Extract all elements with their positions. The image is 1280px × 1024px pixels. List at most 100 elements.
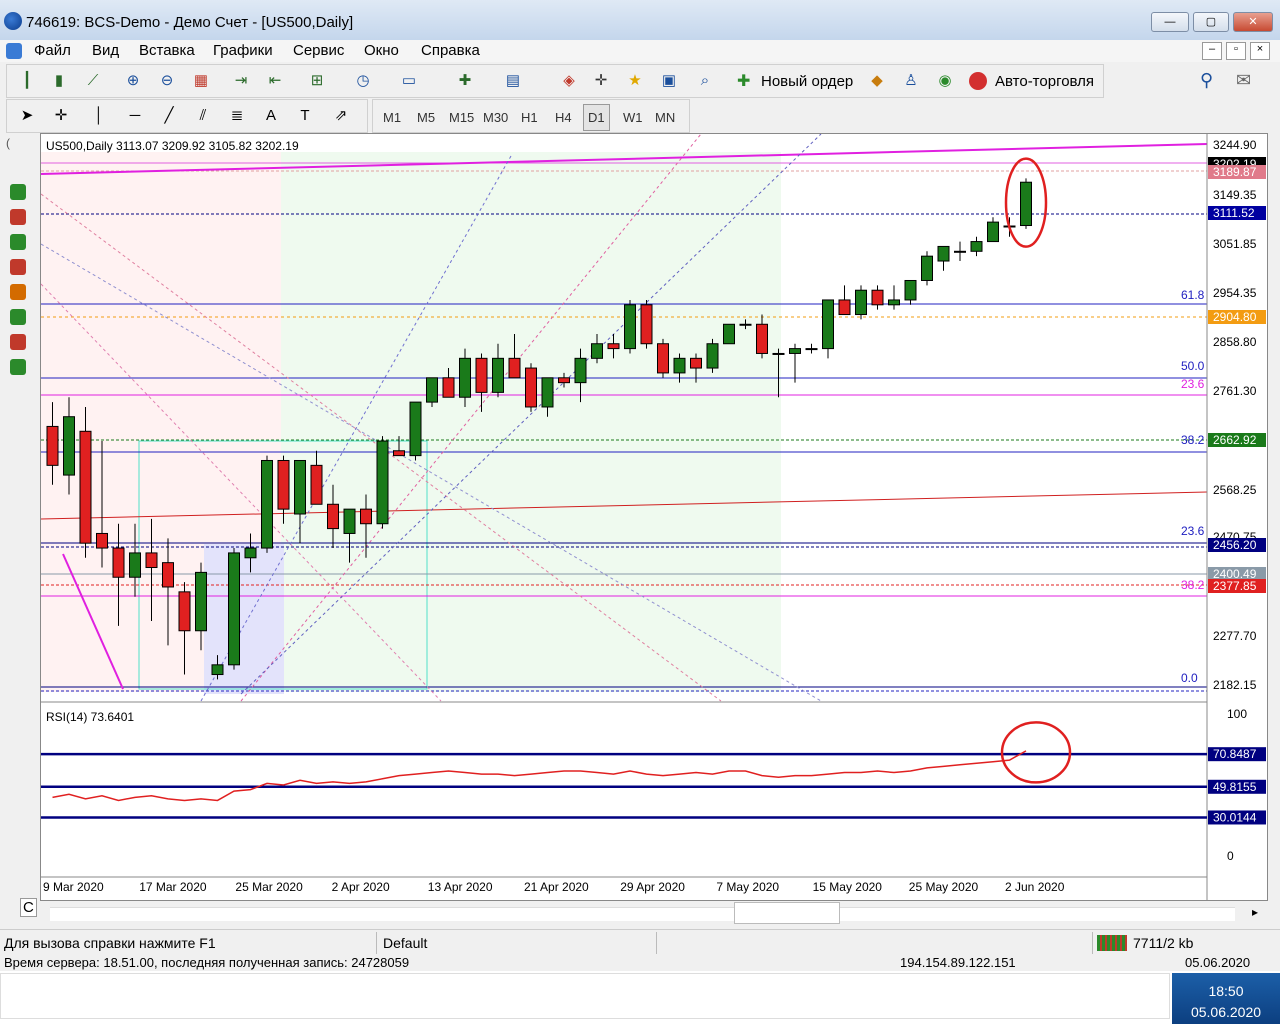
fibonacci-icon[interactable]: ≣ xyxy=(225,104,249,128)
tf-d1[interactable]: D1 xyxy=(583,104,610,131)
navigator-icon[interactable]: ★ xyxy=(623,69,647,93)
date-axis-label: 17 Mar 2020 xyxy=(139,880,207,894)
candle-body xyxy=(888,299,900,306)
tf-m30[interactable]: M30 xyxy=(483,110,508,125)
left-panel-tab[interactable]: ( xyxy=(6,136,10,150)
signal-arrow-icon[interactable] xyxy=(10,359,26,375)
scroll-right-icon[interactable]: ▸ xyxy=(1252,905,1258,919)
tf-h1[interactable]: H1 xyxy=(521,110,538,125)
menu-tools[interactable]: Сервис xyxy=(293,42,344,59)
menu-charts[interactable]: Графики xyxy=(213,42,273,59)
chat-icon[interactable]: ✉ xyxy=(1236,70,1251,91)
tf-mn[interactable]: MN xyxy=(655,110,675,125)
system-clock[interactable]: 18:50 05.06.2020 xyxy=(1172,973,1280,1024)
menu-insert[interactable]: Вставка xyxy=(139,42,195,59)
equidistant-channel-icon[interactable]: ⫽ xyxy=(191,104,215,128)
candle-body xyxy=(310,464,323,505)
menu-file[interactable]: Файл xyxy=(34,42,71,59)
tf-h4[interactable]: H4 xyxy=(555,110,572,125)
cursor-icon[interactable]: ➤ xyxy=(15,104,39,128)
menu-help[interactable]: Справка xyxy=(421,42,480,59)
signal-arrow-icon[interactable] xyxy=(10,234,26,250)
maximize-button[interactable]: ▢ xyxy=(1193,12,1229,32)
periods-icon[interactable]: ◷ xyxy=(351,69,375,93)
arrows-icon[interactable]: ⇗ xyxy=(329,104,353,128)
text-label-icon[interactable]: T xyxy=(293,104,317,128)
candle-body xyxy=(376,440,389,525)
data-window-icon[interactable]: ✛ xyxy=(589,69,613,93)
date-axis-label: 13 Apr 2020 xyxy=(428,880,493,894)
horizontal-line-icon[interactable]: ─ xyxy=(123,104,147,128)
chart-canvas[interactable]: 3244.90 3149.35 3051.85 2954.35 2858.80 2761.… xyxy=(41,134,1267,900)
tf-m1[interactable]: M1 xyxy=(383,110,401,125)
tf-m5[interactable]: M5 xyxy=(417,110,435,125)
close-button[interactable]: ✕ xyxy=(1233,12,1273,32)
new-chart-icon[interactable]: ✚ xyxy=(453,69,477,93)
left-panel xyxy=(0,133,40,919)
mdi-minimize-button[interactable]: – xyxy=(1202,42,1222,60)
signals-icon[interactable]: ♙ xyxy=(899,69,923,93)
auto-trading-button[interactable]: Авто-торговля xyxy=(967,67,1101,95)
minimize-button[interactable]: — xyxy=(1151,12,1189,32)
candle-body xyxy=(46,425,59,466)
fibonacci-level-label: 0.0 xyxy=(1181,671,1198,685)
chart-scrollbar[interactable]: ▸ xyxy=(40,901,1268,927)
trade-icon[interactable]: ◆ xyxy=(865,69,889,93)
rsi-label: RSI(14) 73.6401 xyxy=(46,710,135,724)
scrollbar-thumb[interactable] xyxy=(734,902,840,924)
candle-body xyxy=(805,348,818,351)
autoscroll-icon[interactable]: ⇥ xyxy=(229,69,253,93)
tf-w1[interactable]: W1 xyxy=(623,110,643,125)
signal-arrow-icon[interactable] xyxy=(10,284,26,300)
line-chart-icon[interactable]: ⟋ xyxy=(81,69,105,93)
candle-body xyxy=(442,377,455,398)
market-watch-icon[interactable]: ◈ xyxy=(557,69,581,93)
zoom-in-icon[interactable]: ⊕ xyxy=(121,69,145,93)
fibonacci-level-label: 50.0 xyxy=(1181,359,1205,373)
signal-arrow-icon[interactable] xyxy=(10,184,26,200)
experts-icon[interactable]: ◉ xyxy=(933,69,957,93)
search-icon[interactable]: ⚲ xyxy=(1200,70,1213,91)
text-icon[interactable]: A xyxy=(259,104,283,128)
server-date-text: 05.06.2020 xyxy=(1185,957,1251,970)
signal-arrow-icon[interactable] xyxy=(10,334,26,350)
chart-shift-icon[interactable]: ⇤ xyxy=(263,69,287,93)
status-divider xyxy=(376,932,377,954)
profiles-icon[interactable]: ▤ xyxy=(501,69,525,93)
zoom-out-icon[interactable]: ⊖ xyxy=(155,69,179,93)
templates-icon[interactable]: ▭ xyxy=(397,69,421,93)
indicators-icon[interactable]: ⊞ xyxy=(305,69,329,93)
candle-body xyxy=(706,343,719,369)
candle-body xyxy=(327,503,339,530)
menu-window[interactable]: Окно xyxy=(364,42,399,59)
candle-body xyxy=(954,250,966,253)
tf-m15[interactable]: M15 xyxy=(449,110,474,125)
signal-arrow-icon[interactable] xyxy=(10,209,26,225)
signal-arrow-icon[interactable] xyxy=(10,259,26,275)
strategy-tester-icon[interactable]: ⌕ xyxy=(693,69,717,93)
candle-body xyxy=(574,357,587,384)
rsi-line xyxy=(52,750,1027,802)
terminal-icon[interactable]: ▣ xyxy=(657,69,681,93)
vertical-line-icon[interactable]: │ xyxy=(87,104,111,128)
tile-windows-icon[interactable]: ▦ xyxy=(189,69,213,93)
date-axis-label: 21 Apr 2020 xyxy=(524,880,589,894)
signal-arrow-icon[interactable] xyxy=(10,309,26,325)
menu-view[interactable]: Вид xyxy=(92,42,119,59)
taskbar: Время сервера: 18.51.00, последняя получ… xyxy=(0,957,1280,1024)
chart-window[interactable]: 3244.90 3149.35 3051.85 2954.35 2858.80 2761.… xyxy=(40,133,1268,901)
candle-body xyxy=(970,241,983,252)
bar-chart-icon[interactable]: ┃ xyxy=(15,69,39,93)
mdi-close-button[interactable]: × xyxy=(1250,42,1270,60)
crosshair-icon[interactable]: ✛ xyxy=(49,104,73,128)
clock-date: 05.06.2020 xyxy=(1190,1004,1262,1020)
scrollbar-track[interactable] xyxy=(50,907,1235,921)
new-order-button[interactable]: ✚ Новый ордер xyxy=(731,67,861,95)
panel-tab-label[interactable]: C xyxy=(20,898,37,917)
price-tag-label: 2904.80 xyxy=(1213,310,1257,324)
candle-chart-icon[interactable]: ▮ xyxy=(47,69,71,93)
candle-body xyxy=(79,430,92,544)
candle-body xyxy=(822,299,834,350)
trendline-icon[interactable]: ╱ xyxy=(157,104,181,128)
mdi-restore-button[interactable]: ▫ xyxy=(1226,42,1246,60)
